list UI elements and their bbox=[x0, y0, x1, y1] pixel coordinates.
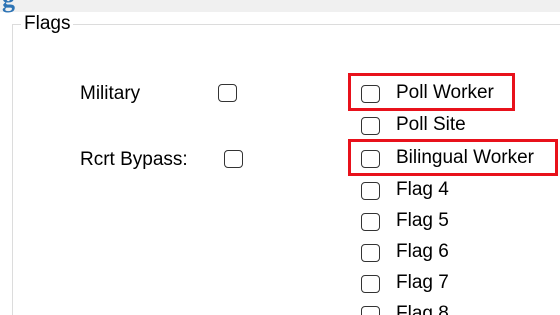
rcrt-bypass-label: Rcrt Bypass: bbox=[80, 149, 188, 170]
flag-7-label: Flag 7 bbox=[396, 272, 449, 293]
flag-5-label: Flag 5 bbox=[396, 210, 449, 231]
flag-4-label: Flag 4 bbox=[396, 179, 449, 200]
flag-4-checkbox[interactable] bbox=[361, 182, 380, 200]
flag-6-label: Flag 6 bbox=[396, 241, 449, 262]
heading-fragment: g bbox=[2, 0, 15, 12]
poll-site-checkbox[interactable] bbox=[361, 117, 380, 135]
highlight-box-bilingual-worker bbox=[348, 139, 558, 176]
flag-7-checkbox[interactable] bbox=[361, 275, 380, 293]
top-strip bbox=[0, 0, 560, 12]
flag-8-label: Flag 8 bbox=[396, 303, 449, 315]
flags-group-legend: Flags bbox=[21, 13, 74, 35]
military-checkbox[interactable] bbox=[218, 84, 237, 102]
highlight-box-poll-worker bbox=[348, 73, 515, 111]
rcrt-bypass-checkbox[interactable] bbox=[224, 150, 243, 168]
flag-8-checkbox[interactable] bbox=[361, 306, 380, 315]
flag-5-checkbox[interactable] bbox=[361, 213, 380, 231]
poll-site-label: Poll Site bbox=[396, 114, 466, 135]
flag-6-checkbox[interactable] bbox=[361, 244, 380, 262]
flags-screenshot: g Flags Military Rcrt Bypass: Poll Worke… bbox=[0, 0, 560, 315]
military-label: Military bbox=[80, 83, 141, 104]
